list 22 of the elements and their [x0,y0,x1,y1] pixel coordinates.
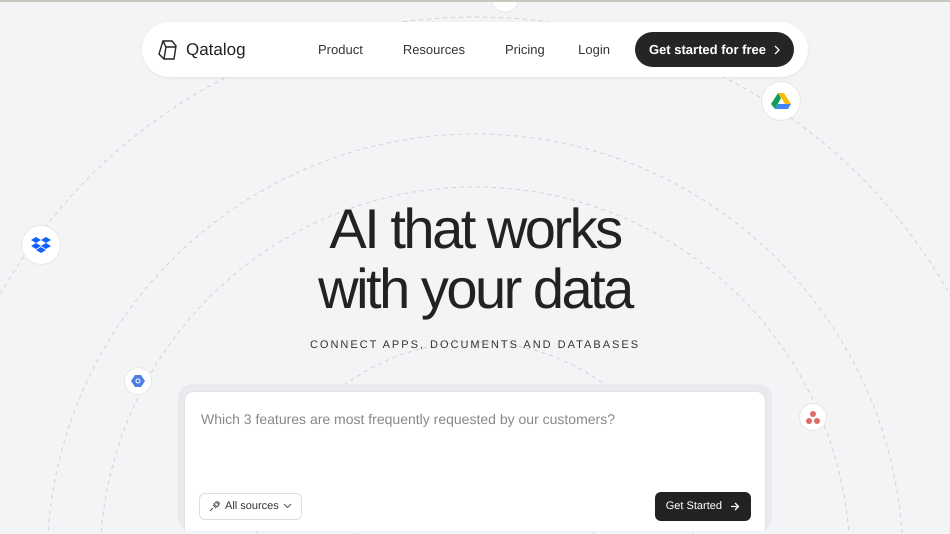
get-started-submit-button[interactable]: Get Started [654,492,751,520]
nav-link[interactable]: Product [318,40,363,60]
sources-dropdown[interactable]: All sources [199,493,302,520]
nav-link[interactable]: Pricing [504,40,545,60]
integration-badge [490,2,520,12]
hero-heading-line: AI that works [329,199,621,259]
hero-subtitle: CONNECT APPS, DOCUMENTS AND DATABASES [308,338,642,353]
plug-icon [209,500,221,512]
dropbox-icon [31,236,51,254]
chevron-down-icon [282,503,292,510]
chevron-right-icon [774,44,780,54]
nav-link[interactable]: Resources [402,40,465,60]
get-started-button[interactable]: Get started for free [634,32,794,68]
logo-icon[interactable] [156,38,178,60]
brand-name[interactable]: Qatalog [186,36,246,62]
login-link[interactable]: Login [578,40,610,60]
hexagon-icon [131,374,145,388]
drive-icon [771,92,791,110]
question-field[interactable]: Which 3 features are most frequently requested by our customers? [199,408,751,430]
arrow-right-icon [730,502,740,511]
hero-heading-line: with your data [318,259,632,319]
three-dots-icon [806,410,820,424]
